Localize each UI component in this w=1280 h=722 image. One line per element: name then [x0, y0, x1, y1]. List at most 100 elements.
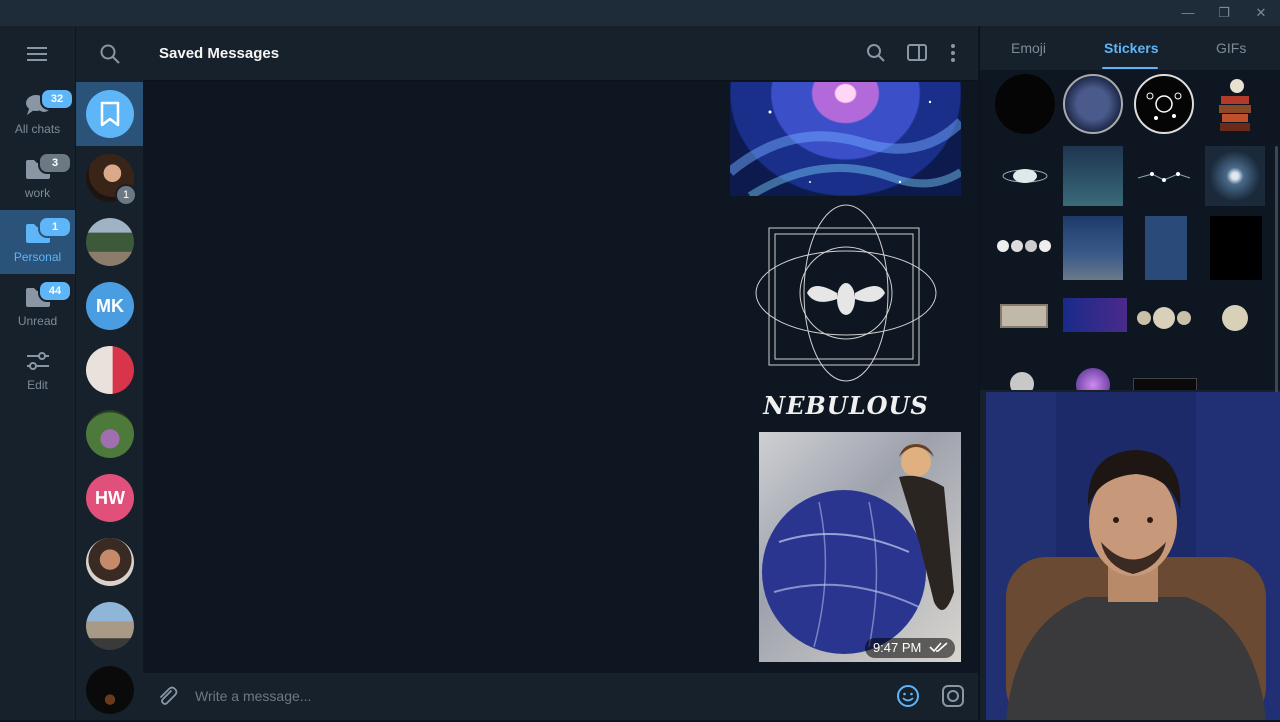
conversation-pane: Saved Messages NEBULOUS 9:47 PM Write a … [143, 26, 978, 720]
folder-badge: 32 [40, 88, 74, 110]
folder-badge: 1 [38, 216, 72, 238]
search-icon [100, 44, 120, 64]
search-button[interactable] [98, 42, 122, 66]
sidebar-icon [907, 44, 927, 61]
search-chat-button[interactable] [865, 42, 887, 64]
attach-button[interactable] [155, 684, 179, 708]
avatar [86, 538, 134, 586]
folder-all-chats[interactable]: 32 All chats [0, 82, 75, 146]
sticker-item[interactable] [1210, 216, 1262, 280]
message-composer: Write a message... [143, 673, 978, 720]
sticker-message-nebulous[interactable]: NEBULOUS [751, 201, 941, 431]
minimize-button[interactable]: — [1175, 4, 1201, 22]
camera-icon [942, 685, 964, 707]
sticker-item[interactable] [1205, 74, 1265, 134]
message-input[interactable]: Write a message... [195, 688, 311, 704]
folder-badge: 44 [38, 280, 72, 302]
image-message-galaxy[interactable] [730, 82, 961, 196]
paperclip-icon [160, 686, 178, 705]
folder-label: work [24, 186, 51, 200]
sticker-caption: NEBULOUS [763, 391, 929, 420]
folder-work[interactable]: 3 work [0, 146, 75, 210]
video-message-button[interactable] [941, 684, 965, 708]
sticker-item[interactable] [1063, 298, 1127, 332]
chat-header: Saved Messages [143, 26, 978, 81]
sticker-item[interactable] [1133, 378, 1197, 390]
sticker-scrollbar[interactable] [1275, 146, 1278, 396]
message-time-badge: 9:47 PM [864, 638, 955, 658]
hamburger-icon [27, 47, 47, 61]
restore-button[interactable]: ❐ [1211, 4, 1237, 22]
moon-phases-sticker [997, 240, 1051, 252]
title-bar: — ❐ ✕ [0, 0, 1280, 26]
chat-item[interactable] [76, 402, 144, 466]
double-check-icon [929, 642, 948, 653]
avatar-initials: MK [86, 282, 134, 330]
unread-badge: 1 [115, 184, 137, 206]
globe-photo [762, 444, 954, 654]
more-options-button[interactable] [942, 42, 964, 64]
tab-gifs[interactable]: GIFs [1216, 40, 1246, 56]
folder-unread[interactable]: 44 Unread [0, 274, 75, 338]
sticker-item[interactable] [1205, 146, 1265, 206]
chat-list: 1 MK HW [75, 26, 144, 722]
avatar [86, 346, 134, 394]
sticker-item[interactable] [1076, 368, 1110, 390]
chat-item[interactable]: 1 [76, 146, 144, 210]
sticker-item[interactable] [1063, 146, 1123, 206]
sticker-item[interactable] [995, 216, 1055, 276]
moons-sticker [1137, 307, 1191, 329]
tab-stickers[interactable]: Stickers [1104, 40, 1158, 56]
avatar [86, 410, 134, 458]
constellation-sticker [1137, 172, 1191, 182]
sticker-item[interactable] [995, 146, 1055, 206]
chat-item[interactable] [76, 658, 144, 722]
chat-item[interactable] [76, 594, 144, 658]
planet-sticker [1002, 169, 1048, 183]
sticker-grid [980, 70, 1280, 390]
emoji-button[interactable] [896, 684, 920, 708]
galaxy-image [730, 100, 961, 196]
sticker-item[interactable] [1134, 298, 1194, 358]
close-window-button[interactable]: ✕ [1248, 4, 1274, 22]
avatar-initials: HW [86, 474, 134, 522]
chat-item[interactable]: HW [76, 466, 144, 530]
webcam-feed-image [986, 392, 1280, 720]
chat-item[interactable]: MK [76, 274, 144, 338]
chat-saved-messages[interactable] [76, 82, 144, 146]
sticker-item[interactable] [1134, 74, 1194, 134]
search-icon [867, 44, 885, 62]
more-vertical-icon [951, 44, 955, 62]
folder-edit[interactable]: Edit [0, 338, 75, 402]
folder-label: Personal [13, 250, 62, 264]
sticker-item[interactable] [1145, 216, 1187, 280]
bookmark-icon [100, 101, 120, 127]
folder-badge: 3 [38, 152, 72, 174]
sticker-item[interactable] [1205, 298, 1265, 358]
zodiac-sticker [1146, 92, 1182, 120]
folder-personal[interactable]: 1 Personal [0, 210, 75, 274]
avatar [86, 218, 134, 266]
chat-item[interactable] [76, 338, 144, 402]
folder-label: All chats [14, 122, 61, 136]
menu-button[interactable] [26, 45, 48, 63]
sticker-item[interactable] [1063, 74, 1123, 134]
sticker-item[interactable] [1208, 378, 1260, 390]
chat-item[interactable] [76, 530, 144, 594]
sticker-item[interactable] [1010, 372, 1034, 390]
webcam-overlay [986, 392, 1280, 720]
chat-item[interactable] [76, 210, 144, 274]
folder-label: Unread [17, 314, 58, 328]
active-tab-indicator [1102, 67, 1158, 69]
emoji-icon [897, 685, 919, 707]
sticker-item[interactable] [1134, 146, 1194, 206]
toggle-sidebar-button[interactable] [906, 42, 928, 64]
image-message-globe[interactable]: 9:47 PM [759, 432, 961, 662]
sticker-item[interactable] [1000, 304, 1048, 328]
sticker-item[interactable] [1063, 216, 1123, 280]
tab-emoji[interactable]: Emoji [1011, 40, 1046, 56]
moon-sticker [1015, 90, 1029, 118]
chat-title: Saved Messages [159, 45, 280, 62]
full-moon-sticker [1222, 305, 1248, 331]
sticker-item[interactable] [995, 74, 1055, 134]
